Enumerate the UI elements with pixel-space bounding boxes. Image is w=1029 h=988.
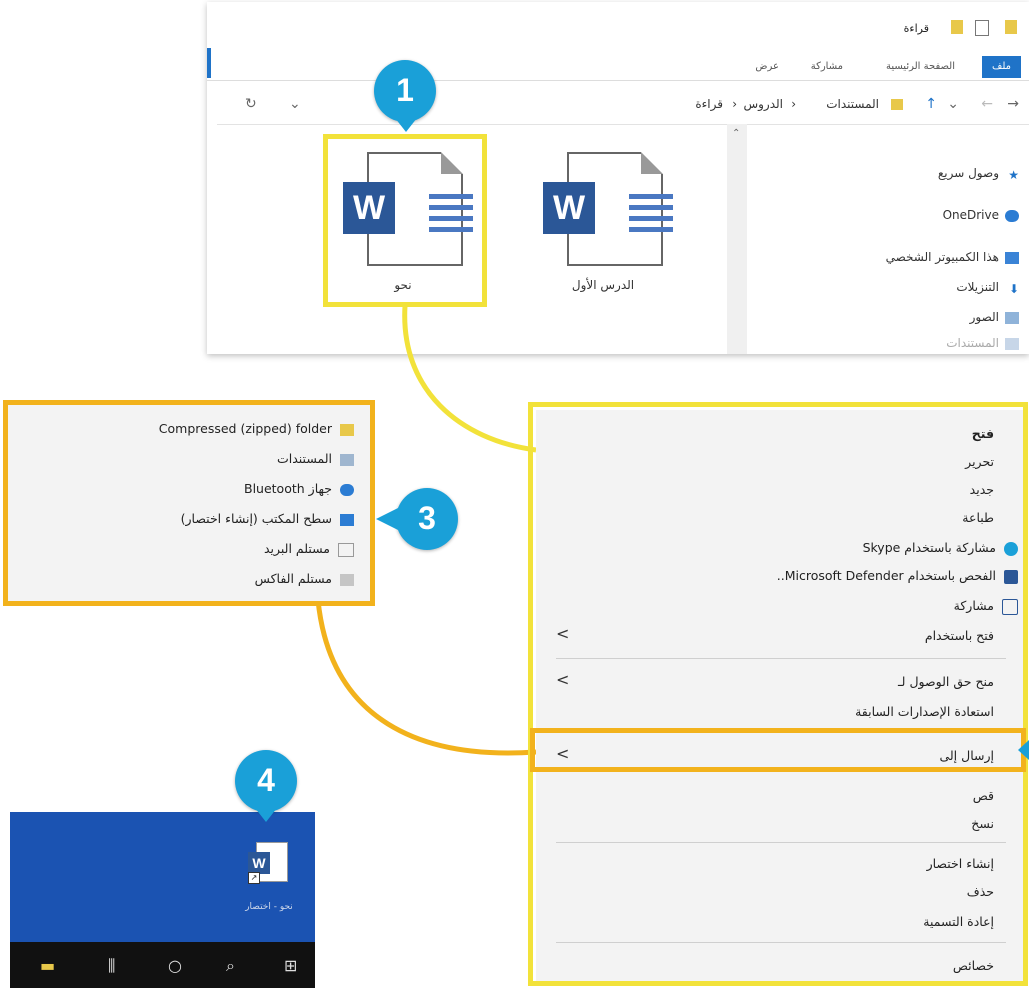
taskbar: ▬ ⫼ ○ ⌕ ⊞ xyxy=(10,942,315,988)
connector-sendto-to-submenu xyxy=(315,599,537,756)
search-icon[interactable]: ⌕ xyxy=(226,956,235,976)
step-marker-3: 3 xyxy=(396,488,458,550)
shortcut-label: نحو - اختصار xyxy=(245,902,293,912)
marker-pointer xyxy=(376,508,398,530)
desktop-area: W ↗ نحو - اختصار ▬ ⫼ ○ ⌕ ⊞ xyxy=(10,812,315,988)
context-menu-highlight xyxy=(528,402,1028,986)
word-icon: W xyxy=(248,852,270,874)
step-marker-4: 4 xyxy=(235,750,297,812)
send-to-submenu-highlight xyxy=(3,400,375,606)
connector-file-to-menu xyxy=(402,305,537,453)
desktop-shortcut[interactable]: W ↗ xyxy=(246,842,290,898)
marker-2-pointer xyxy=(1018,740,1029,760)
shortcut-arrow-icon: ↗ xyxy=(248,872,260,884)
marker-pointer xyxy=(255,808,277,822)
cortana-icon[interactable]: ○ xyxy=(168,956,182,975)
windows-start-icon[interactable]: ⊞ xyxy=(284,956,297,975)
send-to-highlight xyxy=(530,728,1026,772)
task-view-icon[interactable]: ⫼ xyxy=(108,956,115,976)
file-explorer-taskbar-icon[interactable]: ▬ xyxy=(40,956,55,975)
